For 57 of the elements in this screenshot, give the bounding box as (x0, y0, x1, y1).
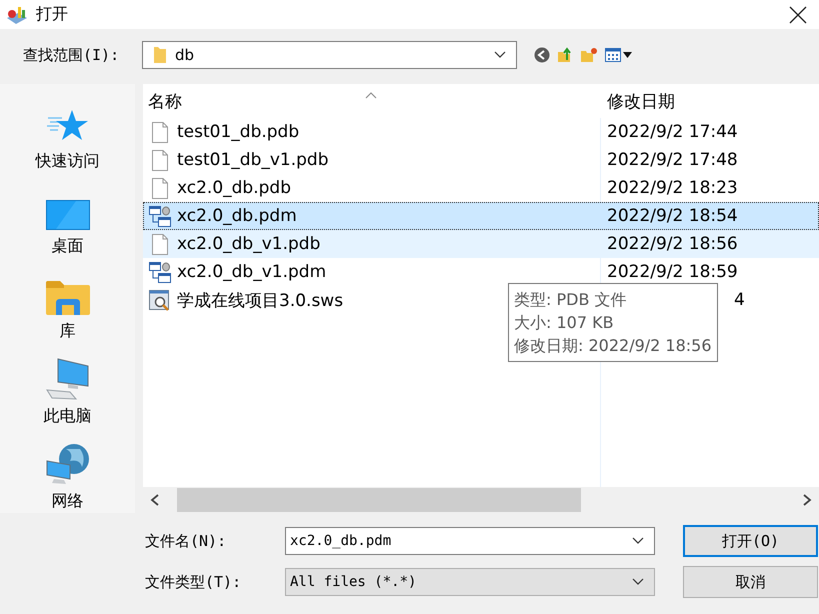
view-menu-icon[interactable] (605, 48, 633, 62)
file-name: xc2.0_db.pdb (177, 178, 292, 198)
file-row[interactable]: xc2.0_db_v1.pdb 2022/9/2 18:56 (143, 230, 819, 258)
tooltip-line: 修改日期: 2022/9/2 18:56 (514, 335, 712, 357)
file-name: test01_db.pdb (177, 122, 300, 142)
app-icon (6, 4, 28, 24)
file-name: 学成在线项目3.0.sws (177, 290, 344, 312)
modified-date: 2022/9/2 17:44 (607, 122, 738, 142)
folder-icon (153, 46, 167, 64)
modified-date: 4 (734, 290, 745, 310)
close-icon[interactable] (789, 6, 807, 24)
chevron-down-icon (632, 537, 644, 545)
file-type-dropdown[interactable]: All files (*.*) (285, 568, 655, 596)
file-row[interactable]: xc2.0_db.pdm 2022/9/2 18:54 (143, 202, 819, 230)
cancel-button[interactable]: 取消 (683, 566, 818, 598)
file-type-label: 文件类型(T): (145, 572, 242, 592)
scrollbar-thumb[interactable] (177, 488, 581, 512)
look-in-dropdown[interactable]: db (142, 41, 517, 69)
file-name-label: 文件名(N): (145, 532, 228, 550)
open-button[interactable]: 打开(O) (683, 525, 818, 557)
workspace-file-icon (149, 290, 171, 310)
chevron-down-icon (632, 578, 644, 586)
folder-up-icon[interactable] (557, 47, 573, 63)
document-icon (149, 178, 171, 198)
new-folder-icon[interactable] (580, 47, 598, 63)
sidebar-item[interactable]: 快速访问 (18, 93, 118, 172)
modified-date: 2022/9/2 18:23 (607, 178, 738, 198)
sidebar-item[interactable]: 库 (18, 263, 118, 342)
column-header[interactable]: 名称 (148, 92, 182, 112)
tooltip-line: 大小: 107 KB (514, 312, 615, 334)
look-in-label: 查找范围(I): (23, 46, 120, 64)
file-name-field[interactable]: xc2.0_db.pdm (285, 527, 655, 555)
sidebar-item[interactable]: 网络 (18, 433, 118, 512)
diagram-file-icon (149, 262, 171, 282)
computer-icon (46, 358, 90, 400)
tooltip-line: 类型: PDB 文件 (514, 289, 628, 311)
diagram-file-icon (149, 206, 171, 226)
document-icon (149, 234, 171, 254)
document-icon (149, 150, 171, 170)
document-icon (149, 122, 171, 142)
sidebar-item[interactable]: 桌面 (18, 178, 118, 257)
column-header[interactable]: 修改日期 (607, 92, 675, 112)
file-name: xc2.0_db_v1.pdm (177, 262, 326, 282)
chevron-down-icon (494, 51, 506, 59)
file-name: xc2.0_db_v1.pdb (177, 234, 320, 254)
sidebar-item[interactable]: 此电脑 (18, 348, 118, 427)
file-name: test01_db_v1.pdb (177, 150, 329, 170)
file-name: xc2.0_db.pdm (177, 206, 297, 226)
modified-date: 2022/9/2 17:48 (607, 150, 738, 170)
modified-date: 2022/9/2 18:59 (607, 262, 738, 282)
modified-date: 2022/9/2 18:56 (607, 234, 738, 254)
monitor-screen-icon (46, 200, 90, 230)
modified-date: 2022/9/2 18:54 (607, 206, 738, 226)
folder-icon (46, 281, 90, 315)
window-title: 打开 (36, 4, 69, 25)
network-globe-icon (46, 443, 90, 485)
sort-caret-icon (365, 92, 377, 98)
